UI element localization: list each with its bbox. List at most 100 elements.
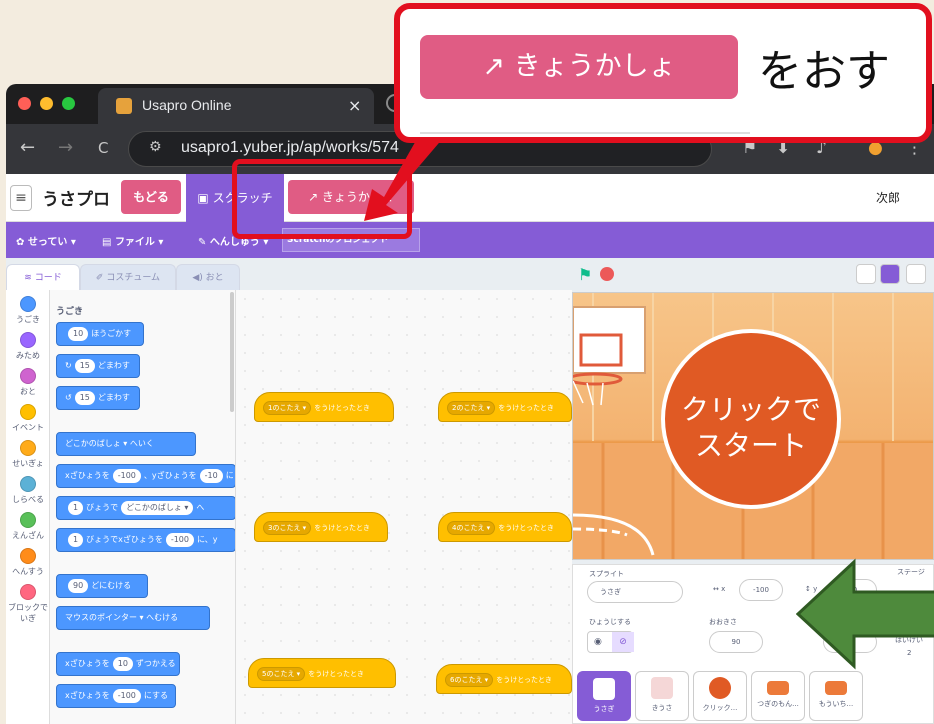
sprite-thumb-image	[651, 677, 673, 699]
hat-block-text: をうけとったとき	[314, 524, 370, 532]
hat-block[interactable]: 1のこたえ ▾ をうけとったとき	[254, 392, 394, 422]
hat-block[interactable]: 5のこたえ ▾ をうけとったとき	[248, 658, 396, 688]
green-arrow-icon	[796, 558, 934, 670]
tab-costume[interactable]: ✐ コスチューム	[80, 264, 176, 290]
block-input[interactable]: 15	[74, 359, 95, 373]
sprite-thumb-usagi[interactable]: うさぎ	[577, 671, 631, 721]
x-coord-input[interactable]: -100	[739, 579, 783, 601]
block-input[interactable]: -100	[165, 533, 194, 547]
sprite-thumb-retry[interactable]: もういち...	[809, 671, 863, 721]
block-text: xざひょうを	[65, 691, 110, 700]
block-text: どまわす	[97, 393, 130, 402]
sprite-thumb-click[interactable]: クリック...	[693, 671, 747, 721]
block-input[interactable]: 1	[68, 533, 84, 547]
block-glide-to[interactable]: 1 びょうで どこかのばしょ ▾ へ	[56, 496, 235, 520]
block-input[interactable]: 1	[68, 501, 84, 515]
start-text-line-2: スタート	[695, 429, 807, 462]
normal-stage-icon[interactable]	[880, 264, 900, 284]
category-events[interactable]: イベント	[6, 404, 50, 433]
hat-block[interactable]: 2のこたえ ▾ をうけとったとき	[438, 392, 572, 422]
block-input[interactable]: -100	[112, 469, 141, 483]
answer-dropdown[interactable]: 5のこたえ ▾	[257, 667, 306, 681]
category-operators[interactable]: えんざん	[6, 512, 50, 541]
sprite-name-input[interactable]: うさぎ	[587, 581, 683, 603]
block-text: ほうごかす	[91, 329, 132, 338]
category-sensing[interactable]: しらべる	[6, 476, 50, 505]
category-my-blocks[interactable]: ブロックで いぎ	[6, 584, 50, 624]
category-looks[interactable]: みため	[6, 332, 50, 361]
sprite-thumb-kiusa[interactable]: きうさ	[635, 671, 689, 721]
maximize-window-button[interactable]	[62, 97, 75, 110]
category-sound-label: おと	[20, 387, 36, 396]
tab-close-icon[interactable]: ×	[348, 96, 361, 115]
hat-block-text: をうけとったとき	[308, 670, 364, 678]
answer-dropdown[interactable]: 1のこたえ ▾	[263, 401, 312, 415]
block-turn-left[interactable]: ↺ 15 どまわす	[56, 386, 140, 410]
answer-dropdown[interactable]: 6のこたえ ▾	[445, 673, 494, 687]
block-input[interactable]: 15	[74, 391, 95, 405]
hat-block[interactable]: 3のこたえ ▾ をうけとったとき	[254, 512, 388, 542]
palette-heading: うごき	[56, 307, 84, 317]
block-text: 、yざひょうを	[143, 471, 197, 480]
x-label: x	[721, 585, 726, 593]
answer-dropdown[interactable]: 3のこたえ ▾	[263, 521, 312, 535]
eye-open-icon[interactable]: ◉	[594, 637, 602, 647]
file-menu[interactable]: ▤ ファイル ▾	[102, 233, 163, 248]
reload-icon[interactable]: C	[98, 139, 108, 157]
category-motion[interactable]: うごき	[6, 296, 50, 325]
basketball-court-scene: クリックで スタート	[573, 293, 933, 559]
back-arrow-icon[interactable]: ←	[20, 137, 35, 158]
fullscreen-icon[interactable]	[906, 264, 926, 284]
block-point-towards[interactable]: マウスのポインター ▾ へむける	[56, 606, 210, 630]
tab-sound[interactable]: ◀) おと	[176, 264, 240, 290]
favicon-icon	[116, 98, 132, 114]
palette-scrollbar[interactable]	[230, 292, 234, 412]
answer-dropdown[interactable]: 2のこたえ ▾	[447, 401, 496, 415]
file-menu-label: ファイル ▾	[114, 237, 164, 248]
block-dropdown[interactable]: どこかのばしょ ▾	[121, 501, 194, 515]
block-input[interactable]: -100	[112, 689, 141, 703]
category-events-label: イベント	[12, 423, 44, 432]
block-input[interactable]: -10	[199, 469, 223, 483]
hat-block[interactable]: 6のこたえ ▾ をうけとったとき	[436, 664, 572, 694]
size-input[interactable]: 90	[709, 631, 763, 653]
category-sound[interactable]: おと	[6, 368, 50, 397]
eye-closed-icon[interactable]: ⊘	[612, 632, 634, 652]
category-variables-label: へんすう	[12, 567, 44, 576]
close-window-button[interactable]	[18, 97, 31, 110]
block-set-x[interactable]: xざひょうを -100 にする	[56, 684, 176, 708]
green-flag-icon[interactable]: ⚑	[578, 265, 592, 284]
settings-menu[interactable]: ✿ せってい ▾	[16, 233, 76, 248]
category-variables[interactable]: へんすう	[6, 548, 50, 577]
forward-arrow-icon[interactable]: →	[58, 137, 73, 158]
app-brand: うさプロ	[42, 190, 110, 210]
back-button[interactable]: もどる	[121, 180, 181, 214]
browser-tab[interactable]: Usapro Online ×	[98, 88, 374, 124]
block-glide-to-xy[interactable]: 1 びょうでxざひょうを -100 に、y	[56, 528, 235, 552]
minimize-window-button[interactable]	[40, 97, 53, 110]
tab-code[interactable]: ≋ コード	[6, 264, 80, 290]
category-control-label: せいぎょ	[12, 459, 44, 468]
block-point-direction[interactable]: 90 どにむける	[56, 574, 148, 598]
block-input[interactable]: 10	[68, 327, 89, 341]
script-area[interactable]: 1のこたえ ▾ をうけとったとき 2のこたえ ▾ をうけとったとき 3のこたえ ▾ を…	[236, 290, 572, 724]
block-go-to[interactable]: どこかのばしょ ▾ へいく	[56, 432, 196, 456]
sprite-thumb-next[interactable]: つぎのもん...	[751, 671, 805, 721]
stage[interactable]: クリックで スタート	[572, 292, 934, 560]
block-go-to-xy[interactable]: xざひょうを -100 、yざひょうを -10 に	[56, 464, 235, 488]
block-move-steps[interactable]: 10 ほうごかす	[56, 322, 144, 346]
hat-block[interactable]: 4のこたえ ▾ をうけとったとき	[438, 512, 572, 542]
site-settings-icon[interactable]: ⚙	[149, 139, 162, 155]
block-text: どにむける	[91, 581, 132, 590]
hat-block-text: をうけとったとき	[496, 676, 552, 684]
answer-dropdown[interactable]: 4のこたえ ▾	[447, 521, 496, 535]
hamburger-menu-icon[interactable]: ≡	[10, 185, 32, 211]
block-input[interactable]: 90	[68, 579, 89, 593]
small-stage-icon[interactable]	[856, 264, 876, 284]
block-input[interactable]: 10	[112, 657, 133, 671]
block-turn-right[interactable]: ↻ 15 どまわす	[56, 354, 140, 378]
visibility-toggle[interactable]: ◉ ⊘	[587, 631, 634, 653]
category-control[interactable]: せいぎょ	[6, 440, 50, 469]
stop-icon[interactable]	[600, 267, 614, 281]
block-change-x[interactable]: xざひょうを 10 ずつかえる	[56, 652, 180, 676]
